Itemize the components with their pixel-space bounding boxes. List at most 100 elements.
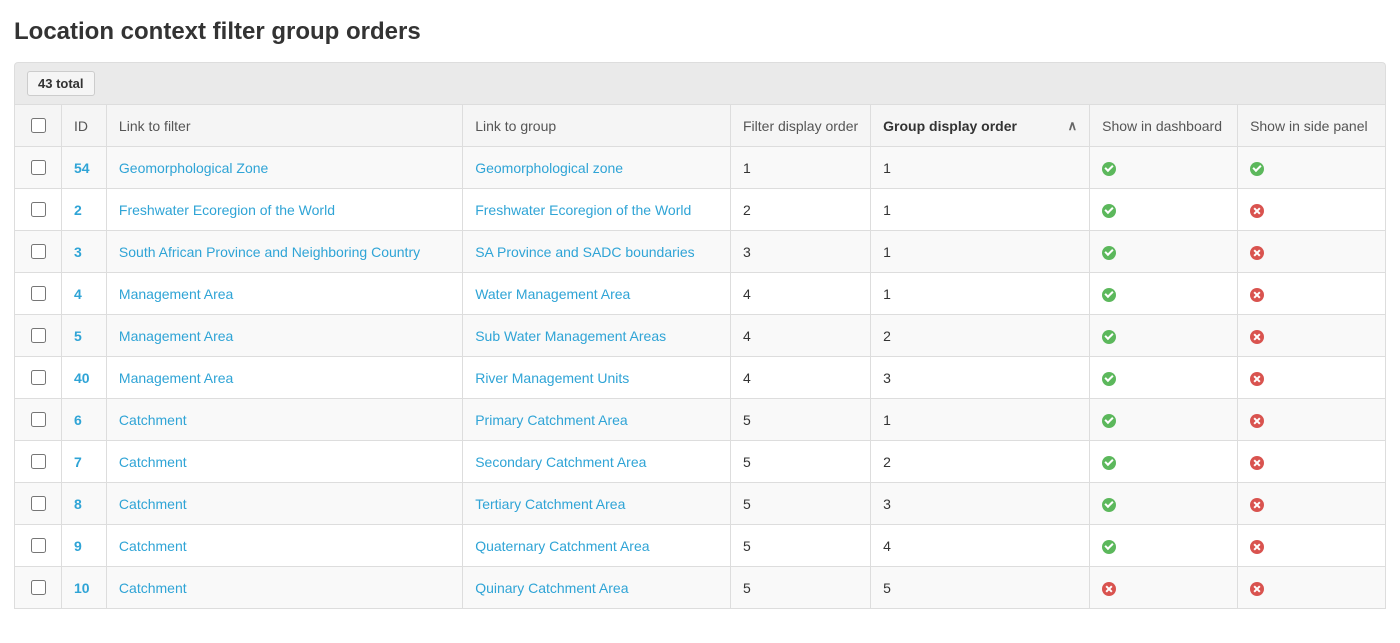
- row-select-checkbox[interactable]: [31, 454, 46, 469]
- row-id-link[interactable]: 2: [74, 202, 82, 218]
- total-count-button[interactable]: 43 total: [27, 71, 95, 96]
- row-filter-link[interactable]: Management Area: [119, 370, 233, 386]
- row-select-cell: [15, 315, 62, 357]
- table-row: 3 South African Province and Neighboring …: [15, 231, 1386, 273]
- row-group-cell: Secondary Catchment Area: [463, 441, 731, 483]
- row-select-checkbox[interactable]: [31, 412, 46, 427]
- row-group-link[interactable]: River Management Units: [475, 370, 629, 386]
- row-group-link[interactable]: Freshwater Ecoregion of the World: [475, 202, 691, 218]
- row-select-checkbox[interactable]: [31, 538, 46, 553]
- row-id-link[interactable]: 8: [74, 496, 82, 512]
- row-filter-link[interactable]: Freshwater Ecoregion of the World: [119, 202, 335, 218]
- row-filter-link[interactable]: Catchment: [119, 412, 187, 428]
- no-icon: [1250, 414, 1264, 428]
- row-filter-display-order: 5: [731, 567, 871, 609]
- header-group-display-order[interactable]: Group display order ∧: [871, 105, 1090, 147]
- row-group-link[interactable]: Secondary Catchment Area: [475, 454, 646, 470]
- row-id-link[interactable]: 40: [74, 370, 90, 386]
- row-select-checkbox[interactable]: [31, 580, 46, 595]
- row-id-cell: 7: [62, 441, 107, 483]
- row-filter-cell: Catchment: [106, 525, 462, 567]
- row-group-link[interactable]: Quaternary Catchment Area: [475, 538, 649, 554]
- header-filter-display-order[interactable]: Filter display order: [731, 105, 871, 147]
- row-group-link[interactable]: Tertiary Catchment Area: [475, 496, 625, 512]
- row-group-link[interactable]: Sub Water Management Areas: [475, 328, 666, 344]
- row-filter-link[interactable]: Geomorphological Zone: [119, 160, 268, 176]
- row-show-in-dashboard: [1090, 189, 1238, 231]
- row-select-checkbox[interactable]: [31, 328, 46, 343]
- row-id-cell: 8: [62, 483, 107, 525]
- row-filter-link[interactable]: Catchment: [119, 538, 187, 554]
- yes-icon: [1102, 540, 1116, 554]
- row-group-link[interactable]: Geomorphological zone: [475, 160, 623, 176]
- row-select-checkbox[interactable]: [31, 202, 46, 217]
- row-select-checkbox[interactable]: [31, 244, 46, 259]
- row-show-in-side-panel: [1238, 399, 1386, 441]
- row-show-in-dashboard: [1090, 147, 1238, 189]
- row-filter-link[interactable]: Management Area: [119, 328, 233, 344]
- row-id-link[interactable]: 7: [74, 454, 82, 470]
- header-link-to-filter[interactable]: Link to filter: [106, 105, 462, 147]
- row-select-cell: [15, 273, 62, 315]
- row-filter-display-order: 5: [731, 525, 871, 567]
- no-icon: [1250, 246, 1264, 260]
- row-group-link[interactable]: SA Province and SADC boundaries: [475, 244, 694, 260]
- row-filter-link[interactable]: South African Province and Neighboring C…: [119, 244, 420, 260]
- row-id-link[interactable]: 6: [74, 412, 82, 428]
- table-row: 7CatchmentSecondary Catchment Area52: [15, 441, 1386, 483]
- row-group-cell: Freshwater Ecoregion of the World: [463, 189, 731, 231]
- row-filter-link[interactable]: Catchment: [119, 454, 187, 470]
- row-id-link[interactable]: 4: [74, 286, 82, 302]
- row-group-link[interactable]: Water Management Area: [475, 286, 630, 302]
- row-filter-display-order: 3: [731, 231, 871, 273]
- row-select-checkbox[interactable]: [31, 160, 46, 175]
- row-id-link[interactable]: 9: [74, 538, 82, 554]
- no-icon: [1250, 288, 1264, 302]
- row-group-display-order: 4: [871, 525, 1090, 567]
- row-show-in-dashboard: [1090, 231, 1238, 273]
- row-filter-display-order: 4: [731, 357, 871, 399]
- row-id-link[interactable]: 10: [74, 580, 90, 596]
- row-filter-display-order: 4: [731, 315, 871, 357]
- header-show-in-dashboard[interactable]: Show in dashboard: [1090, 105, 1238, 147]
- row-filter-link[interactable]: Management Area: [119, 286, 233, 302]
- row-select-checkbox[interactable]: [31, 496, 46, 511]
- no-icon: [1250, 456, 1264, 470]
- row-select-cell: [15, 399, 62, 441]
- no-icon: [1250, 498, 1264, 512]
- select-all-checkbox[interactable]: [31, 118, 46, 133]
- row-id-link[interactable]: 54: [74, 160, 90, 176]
- row-id-cell: 40: [62, 357, 107, 399]
- row-filter-display-order: 4: [731, 273, 871, 315]
- row-group-link[interactable]: Quinary Catchment Area: [475, 580, 628, 596]
- no-icon: [1250, 204, 1264, 218]
- no-icon: [1250, 582, 1264, 596]
- yes-icon: [1102, 372, 1116, 386]
- row-select-cell: [15, 231, 62, 273]
- header-select-all[interactable]: [15, 105, 62, 147]
- row-show-in-side-panel: [1238, 483, 1386, 525]
- row-show-in-side-panel: [1238, 357, 1386, 399]
- row-filter-display-order: 5: [731, 483, 871, 525]
- header-link-to-group[interactable]: Link to group: [463, 105, 731, 147]
- table-row: 2 Freshwater Ecoregion of the World Freshw…: [15, 189, 1386, 231]
- yes-icon: [1102, 414, 1116, 428]
- row-id-link[interactable]: 5: [74, 328, 82, 344]
- row-group-display-order: 2: [871, 441, 1090, 483]
- row-select-checkbox[interactable]: [31, 286, 46, 301]
- row-show-in-dashboard: [1090, 483, 1238, 525]
- no-icon: [1250, 330, 1264, 344]
- row-filter-cell: Catchment: [106, 567, 462, 609]
- row-group-display-order: 1: [871, 399, 1090, 441]
- header-show-in-side-panel[interactable]: Show in side panel: [1238, 105, 1386, 147]
- row-group-link[interactable]: Primary Catchment Area: [475, 412, 628, 428]
- row-id-link[interactable]: 3: [74, 244, 82, 260]
- row-filter-cell: Catchment: [106, 441, 462, 483]
- row-show-in-dashboard: [1090, 357, 1238, 399]
- row-filter-link[interactable]: Catchment: [119, 580, 187, 596]
- header-id[interactable]: ID: [62, 105, 107, 147]
- row-filter-link[interactable]: Catchment: [119, 496, 187, 512]
- yes-icon: [1102, 204, 1116, 218]
- row-filter-display-order: 1: [731, 147, 871, 189]
- row-select-checkbox[interactable]: [31, 370, 46, 385]
